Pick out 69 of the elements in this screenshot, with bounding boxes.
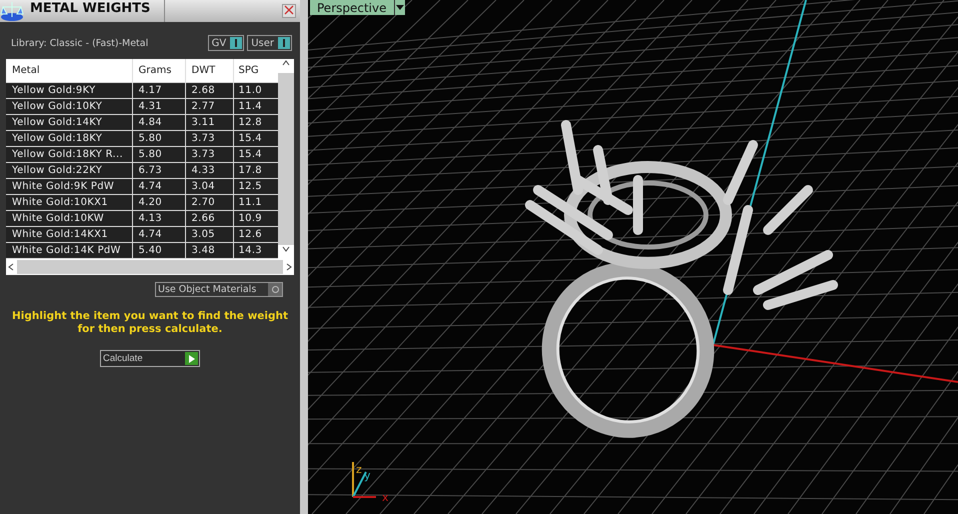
- table-cell: 15.4: [233, 146, 278, 162]
- table-cell: Yellow Gold:18KY: [6, 130, 132, 146]
- table-cell: 15.4: [233, 130, 278, 146]
- table-cell: 3.73: [185, 146, 233, 162]
- table-cell: 4.31: [132, 98, 185, 114]
- table-cell: 3.73: [185, 130, 233, 146]
- table-cell: 2.77: [185, 98, 233, 114]
- panel-title: METAL WEIGHTS: [30, 0, 166, 22]
- table-cell: 10.9: [233, 210, 278, 226]
- column-header[interactable]: SPG: [233, 59, 278, 82]
- table-cell: 4.74: [132, 226, 185, 242]
- column-header[interactable]: DWT: [185, 59, 233, 82]
- table-cell: 4.74: [132, 178, 185, 194]
- vertical-scrollbar[interactable]: [278, 59, 294, 259]
- dropdown-caret-icon[interactable]: [394, 0, 404, 15]
- toggle-switch[interactable]: User: [247, 35, 292, 51]
- table-cell: 6.73: [132, 162, 185, 178]
- close-icon: [284, 5, 294, 15]
- table-cell: White Gold:14K PdW: [6, 242, 132, 258]
- table-cell: 11.1: [233, 194, 278, 210]
- table-cell: White Gold:14KX1: [6, 226, 132, 242]
- table-cell: White Gold:9K PdW: [6, 178, 132, 194]
- column-header[interactable]: Grams: [132, 59, 185, 82]
- table-cell: 2.68: [185, 82, 233, 98]
- table-cell: 11.4: [233, 98, 278, 114]
- table-cell: Yellow Gold:18KY R...: [6, 146, 132, 162]
- table-cell: 12.6: [233, 226, 278, 242]
- close-button[interactable]: [282, 4, 296, 18]
- library-label: Library: Classic - (Fast)-Metal: [11, 38, 150, 48]
- table-cell: 12.5: [233, 178, 278, 194]
- table-cell: 4.84: [132, 114, 185, 130]
- table-cell: 5.80: [132, 146, 185, 162]
- table-cell: Yellow Gold:9KY: [6, 82, 132, 98]
- table-cell: 2.66: [185, 210, 233, 226]
- scale-logo-icon: [0, 0, 24, 22]
- calculate-button[interactable]: Calculate: [100, 350, 200, 367]
- table-cell: 4.17: [132, 82, 185, 98]
- play-icon: [188, 354, 195, 362]
- instruction-text: Highlight the item you want to find the weight for then press calculate.: [11, 310, 289, 336]
- table-cell: Yellow Gold:14KY: [6, 114, 132, 130]
- table-cell: 4.13: [132, 210, 185, 226]
- table-cell: White Gold:10KW: [6, 210, 132, 226]
- use-object-materials-checkbox[interactable]: Use Object Materials: [155, 282, 283, 297]
- table-cell: 4.20: [132, 194, 185, 210]
- table-cell: 5.80: [132, 130, 185, 146]
- table-cell: 4.33: [185, 162, 233, 178]
- table-cell: Yellow Gold:22KY: [6, 162, 132, 178]
- scroll-down-icon[interactable]: [282, 246, 290, 252]
- table-cell: 3.04: [185, 178, 233, 194]
- toggle-switch[interactable]: GV: [208, 35, 244, 51]
- table-cell: 17.8: [233, 162, 278, 178]
- table-cell: 11.0: [233, 82, 278, 98]
- table-cell: 3.05: [185, 226, 233, 242]
- scroll-right-icon[interactable]: [286, 263, 292, 271]
- table-cell: Yellow Gold:10KY: [6, 98, 132, 114]
- view-name-button[interactable]: Perspective: [310, 0, 394, 15]
- table-cell: 14.3: [233, 242, 278, 258]
- axis-label: z: [356, 464, 362, 475]
- scroll-up-icon[interactable]: [282, 60, 290, 66]
- table-cell: 3.48: [185, 242, 233, 258]
- horizontal-scrollbar[interactable]: [6, 259, 294, 275]
- table-cell: 12.8: [233, 114, 278, 130]
- column-header[interactable]: Metal: [6, 59, 132, 82]
- scroll-left-icon[interactable]: [8, 263, 14, 271]
- table-cell: 2.70: [185, 194, 233, 210]
- table-cell: 5.40: [132, 242, 185, 258]
- axis-label: x: [382, 492, 389, 503]
- table-cell: 3.11: [185, 114, 233, 130]
- table-cell: White Gold:10KX1: [6, 194, 132, 210]
